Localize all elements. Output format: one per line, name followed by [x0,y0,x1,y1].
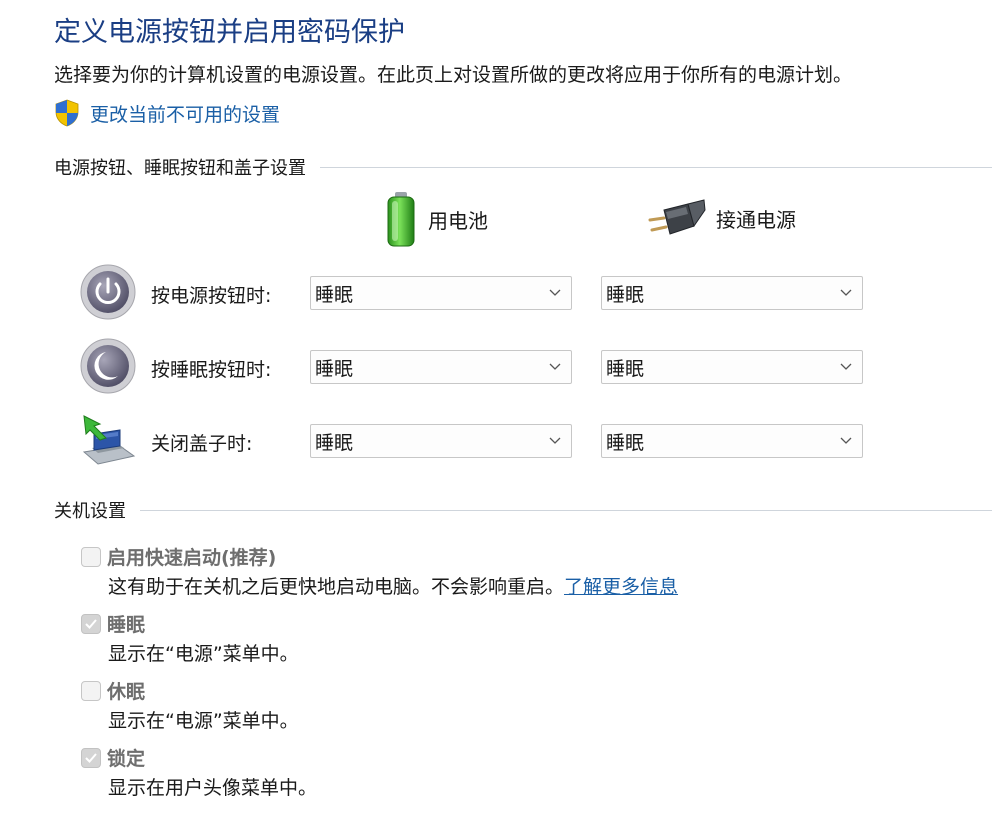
lock-option-label: 锁定 [107,748,146,770]
chevron-down-icon [840,289,852,296]
select-value: 睡眠 [606,431,645,454]
column-header-plugged: 接通电源 [648,196,796,240]
select-value: 睡眠 [315,357,354,380]
section-divider [320,166,992,168]
column-header-plugged-label: 接通电源 [716,207,796,232]
power-plug-icon [648,199,706,235]
lock-checkbox[interactable] [81,748,101,768]
select-value: 睡眠 [315,431,354,454]
section-divider [140,509,992,511]
checkmark-icon [85,753,97,763]
battery-icon [387,192,415,247]
uac-shield-icon [55,99,79,127]
lock-option-description: 显示在用户头像菜单中。 [108,777,318,799]
sleep-button-icon [80,338,136,394]
select-value: 睡眠 [606,357,645,380]
chevron-down-icon [840,437,852,444]
hibernate-option-label: 休眠 [107,681,146,703]
shutdown-section-header: 关机设置 [54,497,992,523]
sleep-option-description: 显示在“电源”菜单中。 [108,643,299,665]
power-button-battery-select[interactable]: 睡眠 [310,276,572,310]
fast-startup-label: 启用快速启动(推荐) [107,547,277,569]
sleep-option-label: 睡眠 [107,614,146,636]
hibernate-checkbox[interactable] [81,681,101,701]
power-buttons-section-label: 电源按钮、睡眠按钮和盖子设置 [54,158,306,179]
change-settings-link[interactable]: 更改当前不可用的设置 [54,99,280,127]
lid-close-plugged-select[interactable]: 睡眠 [601,424,863,458]
column-header-battery: 用电池 [384,190,488,248]
page-title: 定义电源按钮并启用密码保护 [54,17,405,48]
chevron-down-icon [549,437,561,444]
select-value: 睡眠 [315,283,354,306]
page-description: 选择要为你的计算机设置的电源设置。在此页上对设置所做的更改将应用于你所有的电源计… [54,64,853,86]
learn-more-link[interactable]: 了解更多信息 [564,576,678,598]
checkmark-icon [85,619,97,629]
sleep-button-battery-select[interactable]: 睡眠 [310,350,572,384]
shutdown-section-label: 关机设置 [54,501,126,522]
change-settings-link-text: 更改当前不可用的设置 [90,103,281,126]
sleep-checkbox[interactable] [81,614,101,634]
power-button-icon [80,264,136,320]
laptop-lid-icon [80,412,136,468]
fast-startup-description: 这有助于在关机之后更快地启动电脑。不会影响重启。了解更多信息 [108,572,678,599]
chevron-down-icon [840,363,852,370]
chevron-down-icon [549,289,561,296]
fast-startup-checkbox[interactable] [81,547,101,567]
lid-close-label: 关闭盖子时: [151,433,253,455]
chevron-down-icon [549,363,561,370]
power-button-label: 按电源按钮时: [151,285,272,307]
power-button-plugged-select[interactable]: 睡眠 [601,276,863,310]
fast-startup-description-text: 这有助于在关机之后更快地启动电脑。不会影响重启。 [108,576,565,598]
column-header-battery-label: 用电池 [428,208,488,233]
sleep-button-label: 按睡眠按钮时: [151,359,272,381]
power-buttons-section-header: 电源按钮、睡眠按钮和盖子设置 [54,154,992,180]
select-value: 睡眠 [606,283,645,306]
sleep-button-plugged-select[interactable]: 睡眠 [601,350,863,384]
lid-close-battery-select[interactable]: 睡眠 [310,424,572,458]
hibernate-option-description: 显示在“电源”菜单中。 [108,710,299,732]
